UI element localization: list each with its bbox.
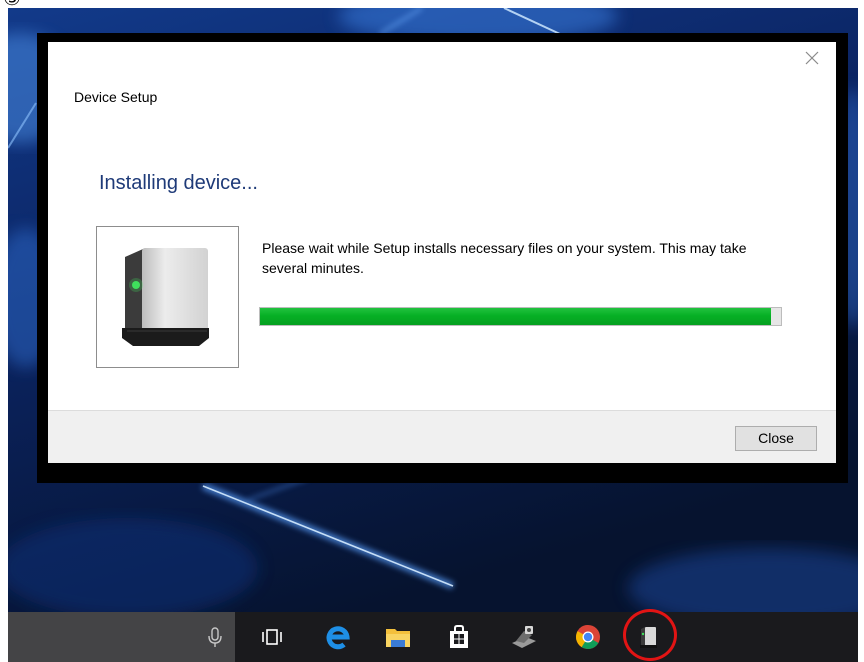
devices-printers-icon[interactable] — [508, 621, 540, 653]
microphone-icon[interactable] — [199, 621, 231, 653]
highlight-ring — [623, 609, 677, 661]
dialog-frame: Device Setup Installing device... Please… — [37, 33, 848, 483]
progress-fill — [260, 308, 771, 325]
store-icon[interactable] — [443, 621, 475, 653]
chrome-icon[interactable] — [572, 621, 604, 653]
edge-icon[interactable] — [322, 621, 354, 653]
device-icon — [122, 248, 209, 346]
desktop: Device Setup Installing device... Please… — [8, 8, 858, 662]
taskbar — [8, 612, 858, 662]
device-image-box — [96, 226, 239, 368]
close-icon[interactable] — [805, 51, 819, 65]
install-progress-bar — [259, 307, 782, 326]
dialog-title: Device Setup — [74, 89, 158, 105]
step-marker: ③ — [3, 0, 21, 8]
caption-strip: ③ — [0, 0, 864, 8]
task-view-icon[interactable] — [256, 621, 288, 653]
close-button[interactable]: Close — [735, 426, 817, 451]
file-explorer-icon[interactable] — [382, 621, 414, 653]
install-message: Please wait while Setup installs necessa… — [262, 240, 747, 276]
installing-heading: Installing device... — [99, 172, 258, 194]
device-setup-dialog: Device Setup Installing device... Please… — [48, 42, 836, 463]
dialog-footer: Close — [48, 410, 836, 463]
